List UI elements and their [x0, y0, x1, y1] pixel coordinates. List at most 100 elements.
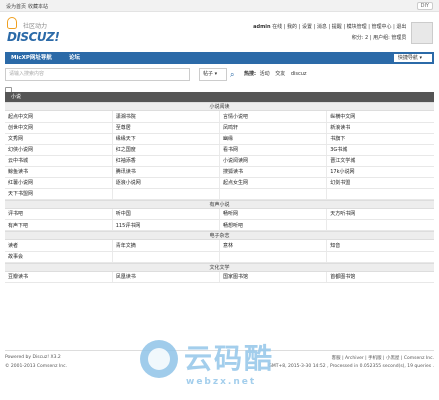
diy-button[interactable]: DIY [416, 2, 433, 10]
link-board: 小说 小说阅读 起点中文网 潇湘书院 言情小说吧 纵横中文网 创世中文网 至尊居 凤鸣轩 新浪读… [5, 91, 434, 283]
site-link[interactable]: 小说阅读网 [219, 155, 328, 167]
site-link[interactable]: 意林 [219, 240, 328, 252]
site-link[interactable]: 有声下吧 [5, 219, 113, 231]
logo-text: DISCUZ! [7, 30, 60, 44]
empty-cell [326, 188, 434, 200]
search-type-select[interactable]: 帖子 ▾ [199, 68, 227, 81]
site-link[interactable]: 新浪读书 [326, 122, 434, 134]
online-status[interactable]: 在线 [272, 24, 282, 30]
site-link[interactable]: 畅听网 [219, 208, 328, 220]
table-row: 读者 青年文摘 意林 知音 [5, 240, 434, 252]
site-link[interactable]: 17k小说网 [326, 166, 434, 178]
table-row: 文秀网 缘缘天下 幽缘 书旗下 [5, 133, 434, 145]
site-link[interactable]: 言情小说吧 [219, 111, 328, 123]
empty-cell [326, 251, 434, 263]
section-header[interactable]: 小说阅读 [5, 102, 434, 111]
link-table: 读者 青年文摘 意林 知音 故事会 [5, 240, 434, 263]
nav-item-micxp[interactable]: MicXP网址导航 [11, 52, 52, 64]
site-link[interactable]: 故事会 [5, 251, 113, 263]
site-logo[interactable]: 社区动力 DISCUZ! [5, 17, 85, 47]
empty-cell [219, 251, 328, 263]
site-link[interactable]: 鲸鱼读书 [5, 166, 113, 178]
table-row: 红薯小说网 逐浪小说网 起点女生网 幻剑书盟 [5, 177, 434, 189]
messages-link[interactable]: 消息 [317, 24, 327, 30]
powered-by: Powered by Discuz! X3.2 [5, 355, 61, 360]
site-link[interactable]: 国家图书馆 [219, 271, 328, 283]
footer-links[interactable]: 客服 | Archiver | 手机版 | 小黑屋 | Comsenz Inc. [332, 355, 434, 361]
site-link[interactable]: 潇湘书院 [112, 111, 221, 123]
site-link[interactable]: 115评书网 [112, 219, 221, 231]
search-icon[interactable]: ⌕ [230, 69, 240, 80]
site-link[interactable]: 评书吧 [5, 208, 113, 220]
hot-item[interactable]: 活动 [260, 71, 270, 77]
table-row: 鲸鱼读书 腾讯读书 搜狐读书 17k小说网 [5, 166, 434, 178]
settings-link[interactable]: 设置 [302, 24, 312, 30]
category-header[interactable]: 小说 [5, 92, 434, 102]
site-link[interactable]: 纵横中文网 [326, 111, 434, 123]
site-link[interactable]: 搜狐读书 [219, 166, 328, 178]
hot-item[interactable]: discuz [291, 71, 307, 77]
site-link[interactable]: 幻侠小说网 [5, 144, 113, 156]
site-link[interactable]: 首都图书馆 [326, 271, 434, 283]
main-nav: MicXP网址导航 论坛 快捷导航 ▾ [5, 52, 434, 64]
site-link[interactable]: 3G书城 [326, 144, 434, 156]
site-link[interactable]: 晋江文学城 [326, 155, 434, 167]
set-home-link[interactable]: 设为首页 [6, 3, 26, 10]
search-type-label: 帖子 [203, 71, 214, 77]
site-link[interactable]: 缘缘天下 [112, 133, 221, 145]
watermark-text: 云码酷 [184, 342, 275, 375]
copyright: © 2001-2013 Comsenz Inc. [5, 364, 68, 369]
logout-link[interactable]: 退出 [396, 24, 406, 30]
search-bar: 请输入搜索内容 帖子 ▾ ⌕ 热搜: 活动 交友 discuz [5, 68, 434, 82]
hot-searches: 热搜: 活动 交友 discuz [244, 68, 311, 81]
username[interactable]: admin [253, 24, 270, 30]
admin-center-link[interactable]: 管理中心 [372, 24, 392, 30]
user-group[interactable]: 用户组: 管理员 [373, 35, 406, 41]
site-link[interactable]: 至尊居 [112, 122, 221, 134]
module-manage-link[interactable]: 模块管理 [347, 24, 367, 30]
credits[interactable]: 积分: 2 [352, 35, 368, 41]
table-row: 创世中文网 至尊居 凤鸣轩 新浪读书 [5, 122, 434, 134]
site-link[interactable]: 听中国 [112, 208, 221, 220]
site-link[interactable]: 起点中文网 [5, 111, 113, 123]
bookmark-link[interactable]: 收藏本站 [28, 3, 48, 10]
site-link[interactable]: 书旗下 [326, 133, 434, 145]
site-link[interactable]: 起点女生网 [219, 177, 328, 189]
site-link[interactable]: 红袖添香 [112, 155, 221, 167]
server-time: GMT+8, 2015-3-30 14:52 , Processed in 0.… [268, 364, 434, 369]
site-link[interactable]: 凤凰读书 [112, 271, 221, 283]
site-link[interactable]: 天方听书网 [326, 208, 434, 220]
site-link[interactable]: 读者 [5, 240, 113, 252]
site-link[interactable]: 红薯小说网 [5, 177, 113, 189]
site-link[interactable]: 天下书盟网 [5, 188, 113, 200]
site-link[interactable]: 逐浪小说网 [112, 177, 221, 189]
section-header[interactable]: 文化文学 [5, 262, 434, 272]
my-link[interactable]: 我的 [287, 24, 297, 30]
site-link[interactable]: 腾讯读书 [112, 166, 221, 178]
notices-link[interactable]: 提醒 [332, 24, 342, 30]
site-link[interactable]: 豆瓣读书 [5, 271, 113, 283]
hot-item[interactable]: 交友 [275, 71, 285, 77]
site-link[interactable]: 文秀网 [5, 133, 113, 145]
avatar[interactable] [411, 22, 433, 44]
empty-cell [219, 188, 328, 200]
site-link[interactable]: 畅想听吧 [219, 219, 328, 231]
site-link[interactable]: 幻剑书盟 [326, 177, 434, 189]
site-link[interactable]: 幽缘 [219, 133, 328, 145]
quick-nav-button[interactable]: 快捷导航 ▾ [393, 54, 432, 62]
site-link[interactable]: 创世中文网 [5, 122, 113, 134]
site-link[interactable]: 看书网 [219, 144, 328, 156]
site-link[interactable]: 知音 [326, 240, 434, 252]
watermark-url: webzx.net [186, 377, 257, 387]
top-bar: 设为首页 收藏本站 DIY [0, 0, 439, 12]
site-link[interactable]: 云中书城 [5, 155, 113, 167]
site-link[interactable]: 红之国度 [112, 144, 221, 156]
logo-subtitle: 社区动力 [23, 23, 48, 30]
nav-item-forum[interactable]: 论坛 [69, 52, 80, 64]
site-link[interactable]: 青年文摘 [112, 240, 221, 252]
search-input[interactable]: 请输入搜索内容 [5, 68, 190, 81]
site-link[interactable]: 凤鸣轩 [219, 122, 328, 134]
section-header[interactable]: 电子杂志 [5, 231, 434, 240]
table-row: 起点中文网 潇湘书院 言情小说吧 纵横中文网 [5, 111, 434, 123]
section-header[interactable]: 有声小说 [5, 199, 434, 209]
